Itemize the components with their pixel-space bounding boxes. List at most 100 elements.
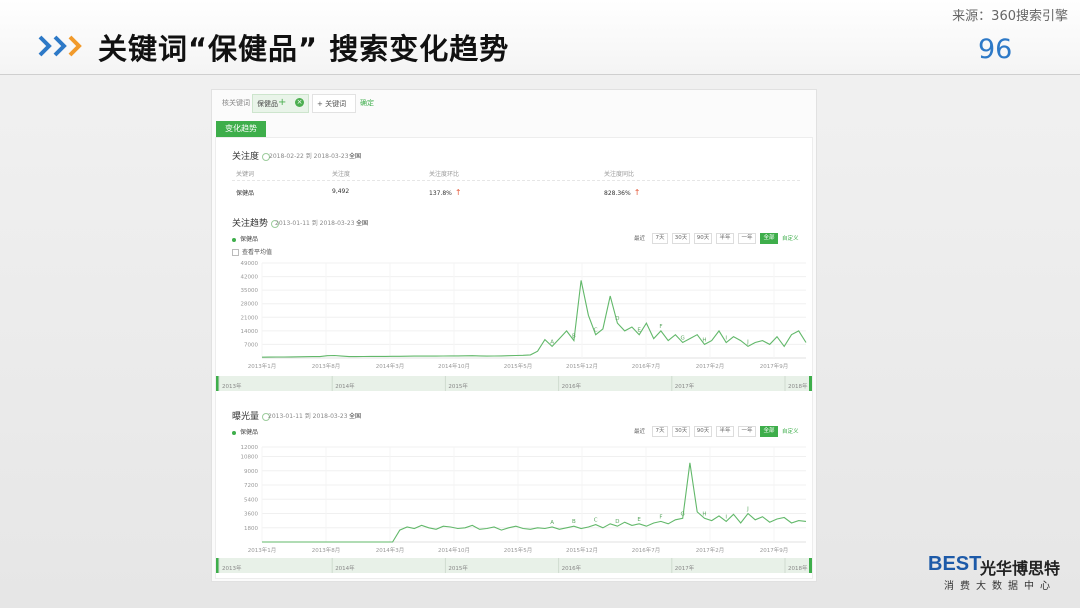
annotation-label: F bbox=[659, 324, 662, 330]
row-mom-value: 137.8% bbox=[429, 190, 452, 197]
timeline-label: 2018年 bbox=[788, 382, 808, 390]
range-7d[interactable]: 7天 bbox=[652, 426, 668, 437]
x-tick-label: 2014年3月 bbox=[376, 546, 405, 554]
x-tick-label: 2014年10月 bbox=[438, 546, 470, 554]
timeline-handle-right bbox=[809, 376, 812, 391]
y-tick-label: 7200 bbox=[244, 483, 258, 489]
col-yoy: 关注度同比 bbox=[604, 171, 635, 178]
trend-legend[interactable]: 保健品 bbox=[232, 234, 258, 243]
y-tick-label: 7000 bbox=[244, 342, 258, 348]
legend-dot bbox=[232, 237, 236, 242]
x-tick-label: 2015年12月 bbox=[566, 362, 598, 370]
x-tick-label: 2017年9月 bbox=[760, 546, 789, 554]
timeline-label: 2014年 bbox=[335, 382, 355, 390]
range-buttons: 最近 7天 30天 90天 半年 一年 全部 自定义 bbox=[634, 426, 804, 437]
x-tick-label: 2013年1月 bbox=[248, 362, 277, 370]
range-half-year[interactable]: 半年 bbox=[716, 426, 734, 437]
range-all[interactable]: 全部 bbox=[760, 426, 778, 437]
y-tick-label: 42000 bbox=[241, 275, 259, 281]
x-tick-label: 2016年7月 bbox=[632, 546, 661, 554]
timeline-label: 2018年 bbox=[788, 564, 808, 572]
range-30d[interactable]: 30天 bbox=[672, 233, 690, 244]
close-icon[interactable]: × bbox=[295, 98, 304, 107]
col-mom: 关注度环比 bbox=[429, 171, 460, 178]
timeline-label: 2013年 bbox=[222, 382, 242, 390]
x-tick-label: 2014年3月 bbox=[376, 362, 405, 370]
range-90d[interactable]: 90天 bbox=[694, 233, 712, 244]
range-half-year[interactable]: 半年 bbox=[716, 233, 734, 244]
annotation-label: G bbox=[681, 335, 685, 341]
trend-screenshot: 核关键词 保健品 + × + 关键词 确定 变化趋势 关注度 2018-02-2… bbox=[211, 89, 817, 582]
x-tick-label: 2015年12月 bbox=[566, 546, 598, 554]
attention-region[interactable]: 全国 bbox=[349, 151, 361, 160]
row-yoy: 828.36% ↑ bbox=[604, 188, 640, 197]
x-tick-label: 2014年10月 bbox=[438, 362, 470, 370]
annotation-label: I bbox=[725, 514, 727, 520]
timeline-handle-right bbox=[809, 558, 812, 573]
add-keyword-button[interactable]: + 关键词 bbox=[312, 94, 356, 113]
y-tick-label: 35000 bbox=[241, 288, 259, 294]
timeline-label: 2013年 bbox=[222, 564, 242, 572]
confirm-button[interactable]: 确定 bbox=[360, 98, 374, 108]
timeline-navigator bbox=[216, 558, 812, 573]
annotation-label: H bbox=[702, 511, 706, 517]
x-tick-label: 2017年2月 bbox=[696, 546, 725, 554]
annotation-label: H bbox=[702, 337, 706, 343]
annotation-label: G bbox=[681, 511, 685, 517]
y-tick-label: 5400 bbox=[244, 497, 258, 503]
attention-section: 关注度 2018-02-22 到 2018-03-23 全国 关键词 关注度 关… bbox=[216, 138, 812, 200]
y-tick-label: 1800 bbox=[244, 526, 258, 532]
up-arrow-icon: ↑ bbox=[454, 188, 462, 197]
average-checkbox-label: 查看平均值 bbox=[242, 249, 273, 256]
y-tick-label: 21000 bbox=[241, 315, 259, 321]
trend-region[interactable]: 全国 bbox=[356, 218, 368, 227]
x-tick-label: 2017年2月 bbox=[696, 362, 725, 370]
annotation-label: I bbox=[725, 335, 727, 341]
annotation-label: B bbox=[572, 334, 576, 340]
add-keyword-label: + 关键词 bbox=[317, 100, 347, 108]
trend-chart: 49000 42000 35000 28000 21000 14000 7000 2013年1… bbox=[216, 261, 812, 391]
exposure-section: 曝光量 2013-01-11 到 2018-03-23 全国 保健品 最近 7天… bbox=[216, 404, 812, 578]
keyword-chip-text: 保健品 bbox=[257, 100, 278, 108]
tab-trend[interactable]: 变化趋势 bbox=[216, 121, 266, 137]
exposure-chart: 12000 10800 9000 7200 5400 3600 1800 2013年1月 201… bbox=[216, 445, 812, 573]
exposure-region[interactable]: 全国 bbox=[349, 411, 361, 420]
series-line bbox=[262, 462, 807, 543]
timeline-label: 2015年 bbox=[448, 382, 468, 390]
range-all[interactable]: 全部 bbox=[760, 233, 778, 244]
source-note: 来源：360搜索引擎 bbox=[952, 9, 1068, 24]
range-90d[interactable]: 90天 bbox=[694, 426, 712, 437]
timeline-label: 2016年 bbox=[562, 382, 582, 390]
annotation-label: E bbox=[637, 328, 641, 334]
keyword-bar: 核关键词 保健品 + × + 关键词 确定 bbox=[212, 90, 816, 116]
exposure-legend[interactable]: 保健品 bbox=[232, 427, 258, 436]
range-one-year[interactable]: 一年 bbox=[738, 233, 756, 244]
y-tick-label: 14000 bbox=[241, 329, 259, 335]
x-tick-label: 2013年1月 bbox=[248, 546, 277, 554]
range-custom[interactable]: 自定义 bbox=[782, 234, 799, 242]
plus-icon[interactable]: + bbox=[278, 97, 286, 108]
range-one-year[interactable]: 一年 bbox=[738, 426, 756, 437]
slide-header: 来源：360搜索引擎 关键词“保健品” 搜索变化趋势 96 bbox=[0, 0, 1080, 75]
y-tick-label: 9000 bbox=[244, 469, 258, 475]
range-custom[interactable]: 自定义 bbox=[782, 427, 799, 435]
x-tick-label: 2016年7月 bbox=[632, 362, 661, 370]
row-value: 9,492 bbox=[332, 188, 350, 195]
trend-panel: 关注度 2018-02-22 到 2018-03-23 全国 关键词 关注度 关… bbox=[215, 137, 813, 579]
x-tick-label: 2015年5月 bbox=[504, 362, 533, 370]
range-30d[interactable]: 30天 bbox=[672, 426, 690, 437]
slide-title: 关键词“保健品” 搜索变化趋势 bbox=[98, 32, 510, 66]
exposure-series-label: 保健品 bbox=[240, 429, 259, 436]
range-7d[interactable]: 7天 bbox=[652, 233, 668, 244]
annotation-label: F bbox=[659, 514, 662, 520]
related-keyword-label: 核关键词 bbox=[222, 99, 250, 107]
trend-title: 关注趋势 bbox=[232, 219, 269, 229]
annotation-label: C bbox=[594, 328, 598, 334]
row-mom: 137.8% ↑ bbox=[429, 188, 462, 197]
y-tick-label: 10800 bbox=[241, 455, 259, 461]
keyword-chip[interactable]: 保健品 + × bbox=[252, 94, 309, 113]
timeline-label: 2017年 bbox=[675, 564, 695, 572]
attention-date-range: 2018-02-22 到 2018-03-23 bbox=[269, 153, 349, 160]
average-checkbox[interactable]: 查看平均值 bbox=[232, 247, 272, 256]
trend-date-range: 2013-01-11 到 2018-03-23 bbox=[275, 220, 355, 227]
